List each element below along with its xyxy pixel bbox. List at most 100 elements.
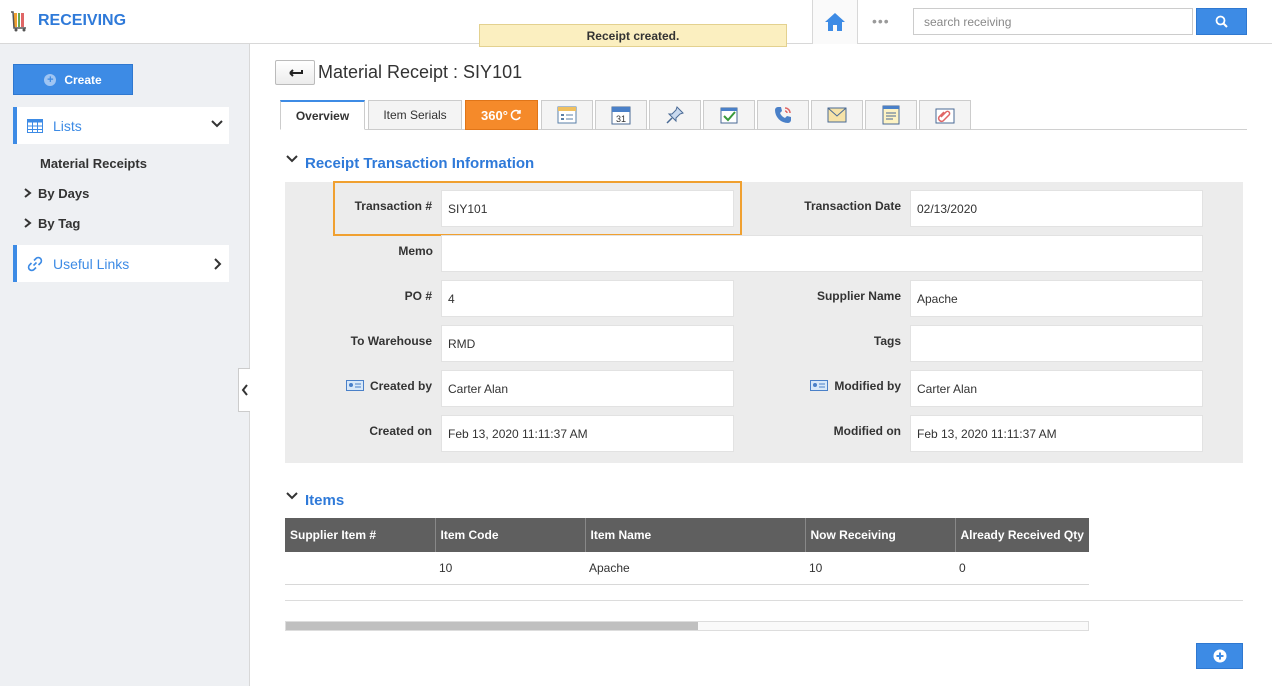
tab-calendar[interactable]: 31 — [595, 100, 647, 130]
tab-overview[interactable]: Overview — [280, 100, 365, 130]
transaction-label: Transaction # — [354, 199, 432, 213]
chevron-down-icon[interactable] — [211, 119, 223, 129]
tab-calls[interactable] — [757, 100, 809, 130]
sidebar-item-by-tag[interactable]: By Tag — [24, 216, 80, 231]
tab-360-label: 360° — [481, 107, 508, 123]
plus-icon: + — [44, 73, 57, 86]
search-icon — [1215, 15, 1228, 28]
page-title: Material Receipt : SIY101 — [318, 62, 523, 82]
po-field[interactable]: 4 — [441, 280, 734, 317]
sidebar-item-label: By Tag — [38, 216, 81, 231]
column-header[interactable]: Item Code — [435, 518, 586, 552]
items-table: Supplier Item # Item Code Item Name Now … — [285, 518, 1089, 585]
useful-links-panel[interactable]: Useful Links — [13, 245, 229, 282]
column-header[interactable]: Already Received Qty — [955, 518, 1089, 552]
back-button[interactable] — [275, 60, 315, 85]
sidebar-item-material-receipts[interactable]: Material Receipts — [40, 156, 147, 171]
back-arrow-icon — [289, 68, 303, 77]
tab-pin[interactable] — [649, 100, 701, 130]
tab-bar: Overview Item Serials 360° 31 — [280, 100, 1247, 130]
to-warehouse-label: To Warehouse — [350, 334, 432, 348]
home-button[interactable] — [812, 0, 858, 44]
pin-icon — [666, 106, 684, 124]
table-cell: 0 — [955, 552, 1089, 585]
attachment-icon — [935, 108, 955, 124]
add-item-button[interactable] — [1196, 643, 1243, 669]
collapse-section-icon[interactable] — [286, 155, 298, 163]
table-cell: 10 — [805, 552, 955, 585]
search-button[interactable] — [1196, 8, 1247, 35]
create-button[interactable]: + Create — [13, 64, 133, 95]
cart-logo-icon — [11, 11, 26, 32]
created-on-label: Created on — [369, 424, 432, 438]
modified-by-label: Modified by — [760, 379, 901, 393]
home-icon — [825, 13, 845, 31]
more-menu-icon[interactable]: ••• — [872, 13, 890, 29]
create-button-label: Create — [64, 72, 102, 87]
supplier-name-label: Supplier Name — [816, 289, 901, 303]
tab-notes[interactable] — [865, 100, 917, 130]
tags-field[interactable] — [910, 325, 1203, 362]
tab-list-card[interactable] — [541, 100, 593, 130]
created-by-label-text: Created by — [369, 379, 432, 393]
list-card-icon — [557, 106, 577, 124]
transaction-date-label: Transaction Date — [804, 199, 901, 213]
calendar-icon: 31 — [611, 106, 631, 125]
items-section-title: Items — [305, 492, 345, 509]
table-icon — [27, 118, 43, 133]
receipt-section-title: Receipt Transaction Information — [305, 155, 535, 172]
transaction-field[interactable]: SIY101 — [441, 190, 734, 227]
column-header[interactable]: Item Name — [585, 518, 806, 552]
sidebar-item-label: By Days — [38, 186, 90, 201]
created-on-field[interactable]: Feb 13, 2020 11:11:37 AM — [441, 415, 734, 452]
collapse-sidebar-handle[interactable] — [238, 368, 250, 412]
chevron-right-icon — [24, 188, 32, 198]
app-title[interactable]: RECEIVING — [38, 12, 126, 30]
receipt-created-toast: Receipt created. — [479, 24, 787, 47]
tab-email[interactable] — [811, 100, 863, 130]
scrollbar-thumb[interactable] — [286, 622, 698, 630]
column-header[interactable]: Supplier Item # — [285, 518, 436, 552]
table-row[interactable]: 10 Apache 10 0 — [285, 552, 1089, 585]
modified-by-field[interactable]: Carter Alan — [910, 370, 1203, 407]
supplier-name-field[interactable]: Apache — [910, 280, 1203, 317]
column-header[interactable]: Now Receiving — [805, 518, 956, 552]
table-cell — [285, 552, 435, 585]
to-warehouse-field[interactable]: RMD — [441, 325, 734, 362]
useful-links-label: Useful Links — [53, 255, 130, 272]
lists-label: Lists — [53, 117, 82, 134]
tab-item-serials[interactable]: Item Serials — [368, 100, 462, 130]
tags-label: Tags — [873, 334, 901, 348]
modified-on-label: Modified on — [833, 424, 901, 438]
chevron-left-icon — [241, 384, 248, 396]
link-icon — [27, 256, 43, 271]
email-icon — [827, 107, 847, 123]
lists-panel[interactable]: Lists — [13, 107, 229, 144]
sidebar: + Create Lists Material Receipts By Days… — [0, 44, 250, 686]
horizontal-scrollbar[interactable] — [285, 621, 1089, 631]
po-label: PO # — [404, 289, 432, 303]
collapse-section-icon[interactable] — [286, 492, 298, 500]
chevron-right-icon — [24, 218, 32, 228]
tab-360[interactable]: 360° — [465, 100, 538, 130]
tab-tasks[interactable] — [703, 100, 755, 130]
memo-field[interactable] — [441, 235, 1203, 272]
modified-by-label-text: Modified by — [834, 379, 901, 393]
notes-icon — [882, 105, 900, 125]
table-header-row: Supplier Item # Item Code Item Name Now … — [285, 518, 1089, 552]
refresh-icon — [510, 109, 521, 121]
table-cell: 10 — [435, 552, 585, 585]
search-input[interactable] — [913, 8, 1193, 35]
chevron-right-icon[interactable] — [213, 258, 223, 270]
created-by-field[interactable]: Carter Alan — [441, 370, 734, 407]
sidebar-item-by-days[interactable]: By Days — [24, 186, 89, 201]
transaction-date-field[interactable]: 02/13/2020 — [910, 190, 1203, 227]
divider — [285, 600, 1243, 601]
memo-label: Memo — [398, 244, 433, 258]
id-card-icon — [810, 380, 829, 391]
modified-on-field[interactable]: Feb 13, 2020 11:11:37 AM — [910, 415, 1203, 452]
tab-attachments[interactable] — [919, 100, 971, 130]
plus-circle-icon — [1213, 649, 1226, 663]
calendar-day: 31 — [616, 114, 626, 124]
id-card-icon — [345, 380, 364, 391]
